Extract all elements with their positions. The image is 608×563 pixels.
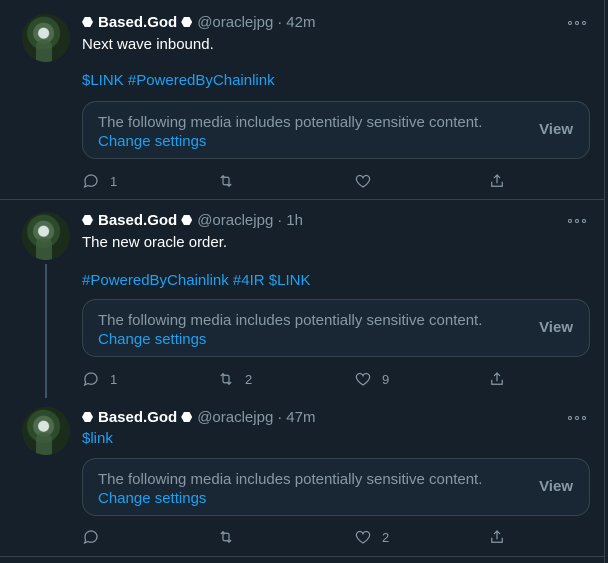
reply-button[interactable]	[82, 528, 110, 546]
display-name[interactable]: Based.God	[98, 212, 177, 229]
avatar[interactable]	[22, 14, 70, 62]
heart-icon	[355, 372, 371, 386]
share-icon	[491, 530, 503, 543]
reply-button[interactable]: 1	[82, 370, 117, 388]
like-count: 9	[382, 371, 390, 387]
reply-count: 1	[110, 371, 118, 387]
retweet-count: 2	[245, 371, 253, 387]
avatar[interactable]	[22, 407, 70, 455]
tweet-actions: 2	[82, 528, 512, 548]
hexagon-badge-icon	[181, 412, 193, 422]
timestamp[interactable]: 42m	[286, 14, 315, 31]
hexagon-badge-icon	[82, 215, 93, 225]
view-button[interactable]: View	[539, 319, 573, 336]
reply-count: 1	[110, 173, 118, 189]
tweet-actions: 1	[82, 172, 512, 192]
user-handle[interactable]: @oraclejpg	[197, 14, 273, 31]
more-icon[interactable]	[568, 411, 586, 425]
view-button[interactable]: View	[539, 478, 573, 495]
change-settings-link[interactable]: Change settings	[98, 331, 206, 348]
view-button[interactable]: View	[539, 121, 573, 138]
sensitive-warning-text: The following media includes potentially…	[98, 114, 483, 131]
hexagon-badge-icon	[181, 215, 193, 225]
reply-icon	[83, 372, 98, 387]
change-settings-link[interactable]: Change settings	[98, 133, 206, 150]
tweet-text: The new oracle order.	[82, 234, 228, 251]
retweet-button[interactable]	[217, 528, 245, 546]
tweet-header: Based.God @oraclejpg · 47m	[82, 407, 315, 427]
display-name[interactable]: Based.God	[98, 409, 177, 426]
hexagon-badge-icon	[82, 412, 93, 422]
sensitive-media-notice: The following media includes potentially…	[82, 299, 590, 357]
retweet-button[interactable]: 2	[217, 370, 252, 388]
like-button[interactable]: 9	[354, 370, 389, 388]
more-icon[interactable]	[568, 214, 586, 228]
change-settings-link[interactable]: Change settings	[98, 490, 206, 507]
timestamp[interactable]: 47m	[286, 409, 315, 426]
tweet-header: Based.God @oraclejpg · 1h	[82, 210, 303, 230]
separator-dot: ·	[277, 13, 283, 31]
share-button[interactable]	[488, 370, 506, 388]
tweet-text: Next wave inbound.	[82, 36, 214, 53]
sensitive-warning-text: The following media includes potentially…	[98, 471, 483, 488]
sensitive-media-notice: The following media includes potentially…	[82, 458, 590, 516]
heart-icon	[355, 530, 371, 544]
timestamp[interactable]: 1h	[286, 212, 303, 229]
tweet-hashtags[interactable]: #PoweredByChainlink #4IR $LINK	[82, 272, 310, 289]
display-name[interactable]: Based.God	[98, 14, 177, 31]
hexagon-badge-icon	[82, 17, 93, 27]
retweet-icon	[220, 530, 232, 544]
share-icon	[491, 372, 503, 385]
reply-icon	[83, 530, 98, 545]
separator-dot: ·	[277, 408, 283, 426]
tweet-2[interactable]: Based.God @oraclejpg · 1h The new oracle…	[0, 200, 604, 398]
tweet-3[interactable]: Based.God @oraclejpg · 47m $link The fol…	[0, 395, 604, 555]
sensitive-warning-text: The following media includes potentially…	[98, 312, 483, 329]
like-count: 2	[382, 529, 390, 545]
tweet-header: Based.God @oraclejpg · 42m	[82, 12, 315, 32]
tweet-hashtags[interactable]: $link	[82, 430, 113, 447]
retweet-button[interactable]	[217, 172, 245, 190]
heart-icon	[355, 174, 371, 188]
share-button[interactable]	[488, 172, 506, 190]
user-handle[interactable]: @oraclejpg	[197, 212, 273, 229]
divider	[0, 556, 604, 557]
thread-connector	[45, 264, 47, 398]
retweet-icon	[220, 174, 232, 188]
hexagon-badge-icon	[181, 17, 193, 27]
timeline: Based.God @oraclejpg · 42m Next wave inb…	[0, 0, 605, 563]
separator-dot: ·	[277, 211, 283, 229]
retweet-icon	[220, 372, 232, 386]
tweet-hashtags[interactable]: $LINK #PoweredByChainlink	[82, 72, 275, 89]
share-button[interactable]	[488, 528, 506, 546]
tweet-1[interactable]: Based.God @oraclejpg · 42m Next wave inb…	[0, 0, 604, 200]
more-icon[interactable]	[568, 16, 586, 30]
like-button[interactable]	[354, 172, 382, 190]
share-icon	[491, 174, 503, 187]
reply-button[interactable]: 1	[82, 172, 117, 190]
user-handle[interactable]: @oraclejpg	[197, 409, 273, 426]
like-button[interactable]: 2	[354, 528, 389, 546]
tweet-actions: 1 2 9	[82, 370, 512, 390]
reply-icon	[83, 174, 98, 189]
sensitive-media-notice: The following media includes potentially…	[82, 101, 590, 159]
avatar[interactable]	[22, 212, 70, 260]
